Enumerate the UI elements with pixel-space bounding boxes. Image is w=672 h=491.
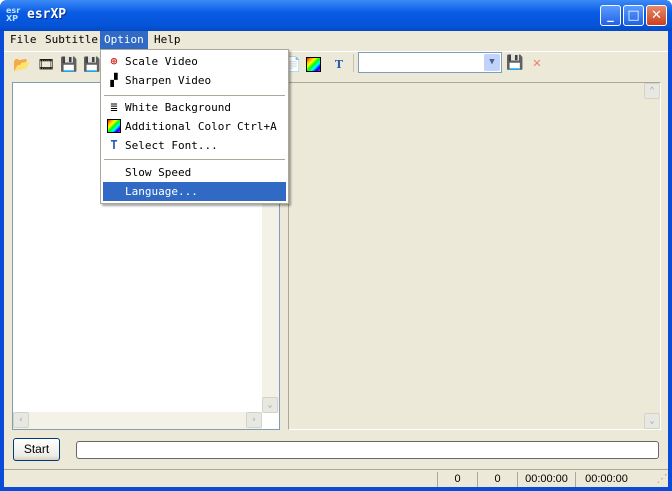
menu-item-white-background[interactable]: ≣ White Background bbox=[103, 98, 286, 117]
menu-item-sharpen-video[interactable]: ▞ Sharpen Video bbox=[103, 71, 286, 90]
close-button[interactable]: ✕ bbox=[646, 5, 667, 26]
font-icon: T bbox=[110, 138, 118, 152]
progress-bar bbox=[76, 441, 659, 459]
open-folder-icon[interactable]: 📂 bbox=[13, 56, 31, 74]
scroll-down-button[interactable]: ⌄ bbox=[262, 397, 278, 413]
preview-panel: ⌃ ⌄ bbox=[288, 82, 661, 430]
menu-item-language[interactable]: Language... bbox=[103, 182, 286, 201]
menu-bar: File Subtitle Option Help bbox=[4, 31, 668, 50]
app-logo-icon: esr XP bbox=[6, 6, 21, 23]
menu-item-label: White Background bbox=[125, 101, 231, 114]
app-window: esr XP esrXP _ □ ✕ File Subtitle Option H… bbox=[0, 0, 672, 491]
title-bar[interactable]: esr XP esrXP _ □ ✕ bbox=[0, 0, 672, 31]
toolbar-separator bbox=[353, 54, 354, 72]
scroll-up-button[interactable]: ⌃ bbox=[644, 83, 660, 99]
menu-option[interactable]: Option bbox=[100, 31, 148, 50]
menu-item-slow-speed[interactable]: Slow Speed bbox=[103, 163, 286, 182]
menu-item-label: Scale Video bbox=[125, 55, 198, 68]
zoom-icon: ⊕ bbox=[110, 54, 118, 68]
scroll-down-button[interactable]: ⌄ bbox=[644, 413, 660, 429]
menu-file[interactable]: File bbox=[6, 31, 41, 50]
delete-icon[interactable]: ✕ bbox=[528, 54, 546, 72]
status-count-1: 0 bbox=[437, 472, 477, 487]
menu-item-label: Select Font... bbox=[125, 139, 218, 152]
subtitle-combo[interactable]: ▼ bbox=[358, 52, 502, 73]
window-title: esrXP bbox=[27, 7, 67, 22]
color-icon[interactable] bbox=[306, 57, 321, 72]
list-horizontal-scrollbar[interactable]: ‹ › bbox=[13, 412, 262, 429]
save-icon-2[interactable]: 💾 bbox=[506, 54, 524, 72]
open-video-icon[interactable]: 🎞 bbox=[37, 56, 55, 74]
minimize-button[interactable]: _ bbox=[600, 5, 621, 26]
scroll-left-button[interactable]: ‹ bbox=[13, 412, 29, 428]
menu-item-label: Sharpen Video bbox=[125, 74, 212, 87]
document-icon: ≣ bbox=[110, 100, 118, 114]
menu-item-scale-video[interactable]: ⊕ Scale Video bbox=[103, 52, 286, 71]
menu-separator bbox=[104, 159, 285, 160]
menu-separator bbox=[104, 95, 285, 96]
scroll-right-button[interactable]: › bbox=[246, 412, 262, 428]
menu-item-select-font[interactable]: T Select Font... bbox=[103, 136, 286, 155]
status-time-1: 00:00:00 bbox=[517, 472, 575, 487]
menu-item-label: Language... bbox=[125, 185, 198, 198]
option-menu-dropdown: ⊕ Scale Video ▞ Sharpen Video ≣ White Backg… bbox=[100, 49, 289, 204]
status-time-2: 00:00:00 bbox=[575, 472, 637, 487]
menu-item-additional-color[interactable]: Additional Color Ctrl+A bbox=[103, 117, 286, 136]
sharpen-icon: ▞ bbox=[110, 73, 118, 87]
menu-item-label: Additional Color bbox=[125, 120, 231, 133]
preview-scrollbar[interactable]: ⌃ ⌄ bbox=[644, 83, 660, 429]
menu-help[interactable]: Help bbox=[150, 31, 185, 50]
menu-item-label: Slow Speed bbox=[125, 166, 192, 179]
color-icon bbox=[107, 119, 121, 133]
save-as-icon[interactable]: 💾 bbox=[83, 56, 101, 74]
font-icon[interactable]: T bbox=[330, 56, 348, 74]
start-button[interactable]: Start bbox=[13, 438, 60, 461]
menu-item-shortcut: Ctrl+A bbox=[237, 120, 277, 133]
status-bar: 0 0 00:00:00 00:00:00 ⋰ bbox=[4, 469, 668, 487]
resize-grip-icon[interactable]: ⋰ bbox=[656, 472, 668, 487]
save-icon[interactable]: 💾 bbox=[60, 56, 78, 74]
menu-subtitle[interactable]: Subtitle bbox=[41, 31, 102, 50]
chevron-down-icon[interactable]: ▼ bbox=[484, 54, 500, 71]
status-count-2: 0 bbox=[477, 472, 517, 487]
maximize-button[interactable]: □ bbox=[623, 5, 644, 26]
